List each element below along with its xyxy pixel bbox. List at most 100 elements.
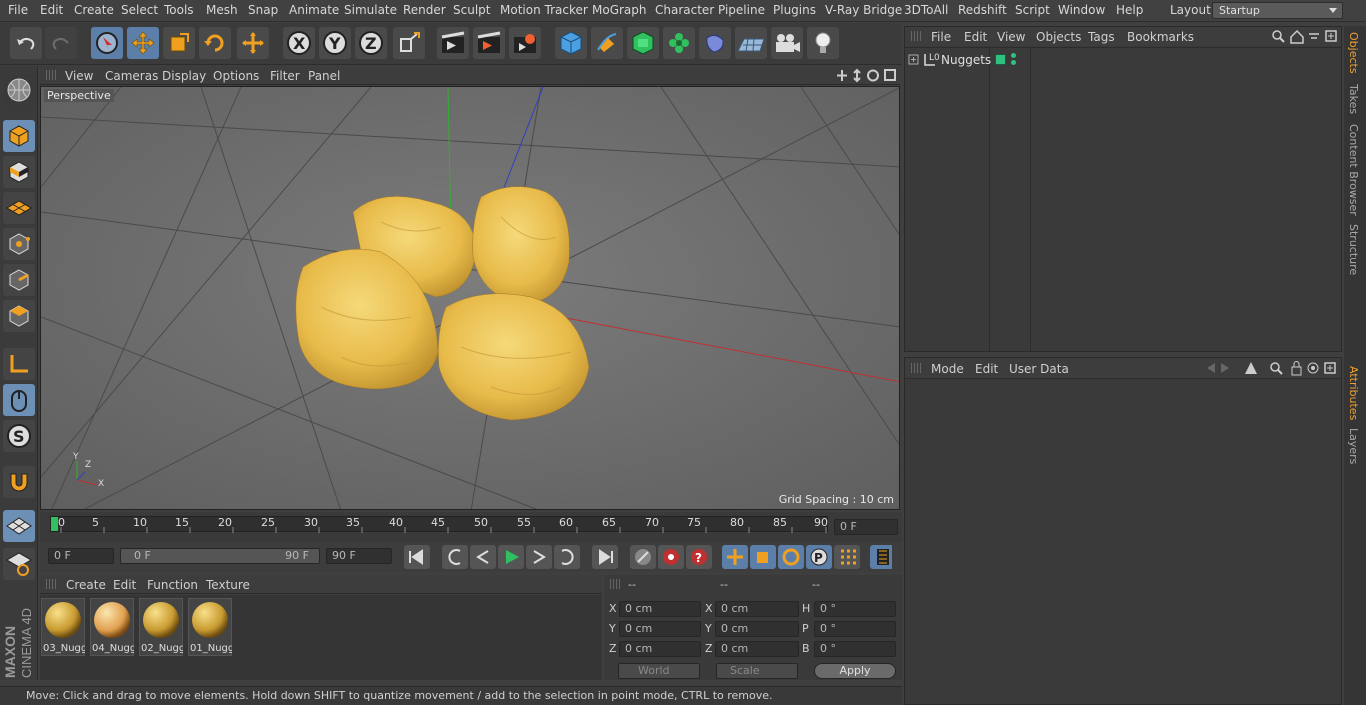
object-name[interactable]: Nuggets bbox=[941, 53, 991, 67]
menu-sculpt[interactable]: Sculpt bbox=[453, 3, 490, 17]
axis-mode-button[interactable] bbox=[3, 348, 35, 380]
material-menu-function[interactable]: Function bbox=[147, 578, 198, 592]
tab-content-browser[interactable]: Content Browser bbox=[1347, 124, 1360, 216]
prev-frame-icon[interactable] bbox=[470, 545, 496, 569]
cloner-button[interactable] bbox=[663, 27, 695, 59]
expand-icon[interactable] bbox=[908, 54, 919, 65]
coord-mode-dropdown[interactable]: World bbox=[618, 663, 700, 679]
search-icon[interactable] bbox=[1272, 30, 1285, 43]
position-z-field[interactable]: 0 cm bbox=[619, 641, 701, 657]
texture-mode-button[interactable] bbox=[3, 156, 35, 188]
position-x-field[interactable]: 0 cm bbox=[619, 601, 701, 617]
material-swatch[interactable]: 01_Nugg bbox=[188, 598, 232, 656]
material-swatch[interactable]: 03_Nugg bbox=[41, 598, 85, 656]
camera-object-button[interactable] bbox=[771, 27, 803, 59]
menu-simulate[interactable]: Simulate bbox=[344, 3, 397, 17]
key-rotation-icon[interactable] bbox=[778, 545, 804, 569]
material-swatch[interactable]: 04_Nugg bbox=[90, 598, 134, 656]
tab-takes[interactable]: Takes bbox=[1347, 84, 1360, 114]
perspective-viewport[interactable]: Y Z X Perspective Grid Spacing : 10 cm bbox=[40, 86, 900, 510]
timeline[interactable]: 0 5 10 15 20 25 30 35 40 45 50 55 60 65 … bbox=[40, 512, 902, 542]
menu-file[interactable]: File bbox=[8, 3, 28, 17]
prev-key-icon[interactable] bbox=[442, 545, 468, 569]
menu-vray-bridge[interactable]: V-Ray Bridge bbox=[825, 3, 902, 17]
solo-button[interactable]: S bbox=[3, 420, 35, 452]
next-frame-icon[interactable] bbox=[526, 545, 552, 569]
render-view-button[interactable] bbox=[437, 27, 469, 59]
light-object-button[interactable] bbox=[807, 27, 839, 59]
object-menu-file[interactable]: File bbox=[931, 30, 951, 44]
apply-button[interactable]: Apply bbox=[814, 663, 896, 679]
z-axis-button[interactable]: Z bbox=[355, 27, 387, 59]
tab-objects[interactable]: Objects bbox=[1347, 32, 1360, 74]
pen-tool-button[interactable] bbox=[591, 27, 623, 59]
maximize-icon[interactable] bbox=[884, 69, 896, 81]
object-menu-objects[interactable]: Objects bbox=[1036, 30, 1081, 44]
viewport-menu-filter[interactable]: Filter bbox=[270, 69, 300, 83]
object-menu-view[interactable]: View bbox=[997, 30, 1025, 44]
layout-dropdown[interactable]: Startup bbox=[1212, 2, 1343, 19]
menu-pipeline[interactable]: Pipeline bbox=[718, 3, 765, 17]
rotate-tool-button[interactable] bbox=[199, 27, 231, 59]
object-menu-tags[interactable]: Tags bbox=[1088, 30, 1115, 44]
filter-icon[interactable] bbox=[1309, 33, 1319, 39]
up-arrow-icon[interactable] bbox=[1245, 362, 1257, 374]
help-icon[interactable]: ? bbox=[686, 545, 712, 569]
key-scale-icon[interactable] bbox=[750, 545, 776, 569]
subdivision-button[interactable] bbox=[627, 27, 659, 59]
workplane-mode-button[interactable] bbox=[3, 192, 35, 224]
target-icon[interactable] bbox=[1307, 362, 1319, 374]
planar-workplane-button[interactable] bbox=[3, 548, 35, 580]
viewport-menu-panel[interactable]: Panel bbox=[308, 69, 340, 83]
key-position-icon[interactable] bbox=[722, 545, 748, 569]
attribute-menu-user-data[interactable]: User Data bbox=[1009, 362, 1069, 376]
start-frame-field[interactable]: 0 F bbox=[48, 548, 114, 564]
orbit-icon[interactable] bbox=[867, 69, 879, 82]
material-swatch[interactable]: 02_Nugg bbox=[139, 598, 183, 656]
size-y-field[interactable]: 0 cm bbox=[715, 621, 799, 637]
tab-layers[interactable]: Layers bbox=[1347, 428, 1360, 464]
editor-visibility-dot[interactable] bbox=[1011, 53, 1016, 58]
material-menu-edit[interactable]: Edit bbox=[113, 578, 136, 592]
home-icon[interactable] bbox=[1290, 29, 1304, 44]
size-x-field[interactable]: 0 cm bbox=[715, 601, 799, 617]
frame-range-slider[interactable]: 0 F 90 F bbox=[120, 548, 320, 564]
viewport-menu-view[interactable]: View bbox=[65, 69, 93, 83]
object-menu-edit[interactable]: Edit bbox=[964, 30, 987, 44]
menu-snap[interactable]: Snap bbox=[248, 3, 278, 17]
menu-render[interactable]: Render bbox=[403, 3, 446, 17]
search-icon[interactable] bbox=[1270, 362, 1283, 375]
rotation-h-field[interactable]: 0 ° bbox=[814, 601, 896, 617]
size-mode-dropdown[interactable]: Scale bbox=[716, 663, 798, 679]
record-keys-icon[interactable] bbox=[630, 545, 656, 569]
size-z-field[interactable]: 0 cm bbox=[715, 641, 799, 657]
menu-redshift[interactable]: Redshift bbox=[958, 3, 1007, 17]
render-picture-viewer-button[interactable] bbox=[473, 27, 505, 59]
coordinate-system-button[interactable] bbox=[393, 27, 425, 59]
material-menu-texture[interactable]: Texture bbox=[206, 578, 250, 592]
material-menu-create[interactable]: Create bbox=[66, 578, 106, 592]
forward-icon[interactable] bbox=[1221, 363, 1229, 373]
menu-select[interactable]: Select bbox=[121, 3, 158, 17]
menu-mograph[interactable]: MoGraph bbox=[592, 3, 647, 17]
undo-button[interactable] bbox=[10, 27, 42, 59]
edges-mode-button[interactable] bbox=[3, 264, 35, 296]
attribute-menu-edit[interactable]: Edit bbox=[975, 362, 998, 376]
menu-plugins[interactable]: Plugins bbox=[773, 3, 816, 17]
layer-color-swatch[interactable] bbox=[995, 54, 1006, 65]
rotation-p-field[interactable]: 0 ° bbox=[814, 621, 896, 637]
snap-button[interactable] bbox=[3, 466, 35, 498]
new-window-icon[interactable] bbox=[1324, 362, 1336, 374]
menu-edit[interactable]: Edit bbox=[40, 3, 63, 17]
menu-mesh[interactable]: Mesh bbox=[206, 3, 238, 17]
rotation-b-field[interactable]: 0 ° bbox=[814, 641, 896, 657]
viewport-menu-display[interactable]: Display bbox=[162, 69, 206, 83]
menu-create[interactable]: Create bbox=[74, 3, 114, 17]
points-mode-button[interactable] bbox=[3, 228, 35, 260]
zoom-icon[interactable] bbox=[853, 68, 861, 83]
menu-window[interactable]: Window bbox=[1058, 3, 1105, 17]
tab-structure[interactable]: Structure bbox=[1347, 224, 1360, 275]
key-parameter-icon[interactable]: P bbox=[806, 545, 832, 569]
tab-attributes[interactable]: Attributes bbox=[1347, 366, 1360, 420]
menu-character[interactable]: Character bbox=[655, 3, 714, 17]
